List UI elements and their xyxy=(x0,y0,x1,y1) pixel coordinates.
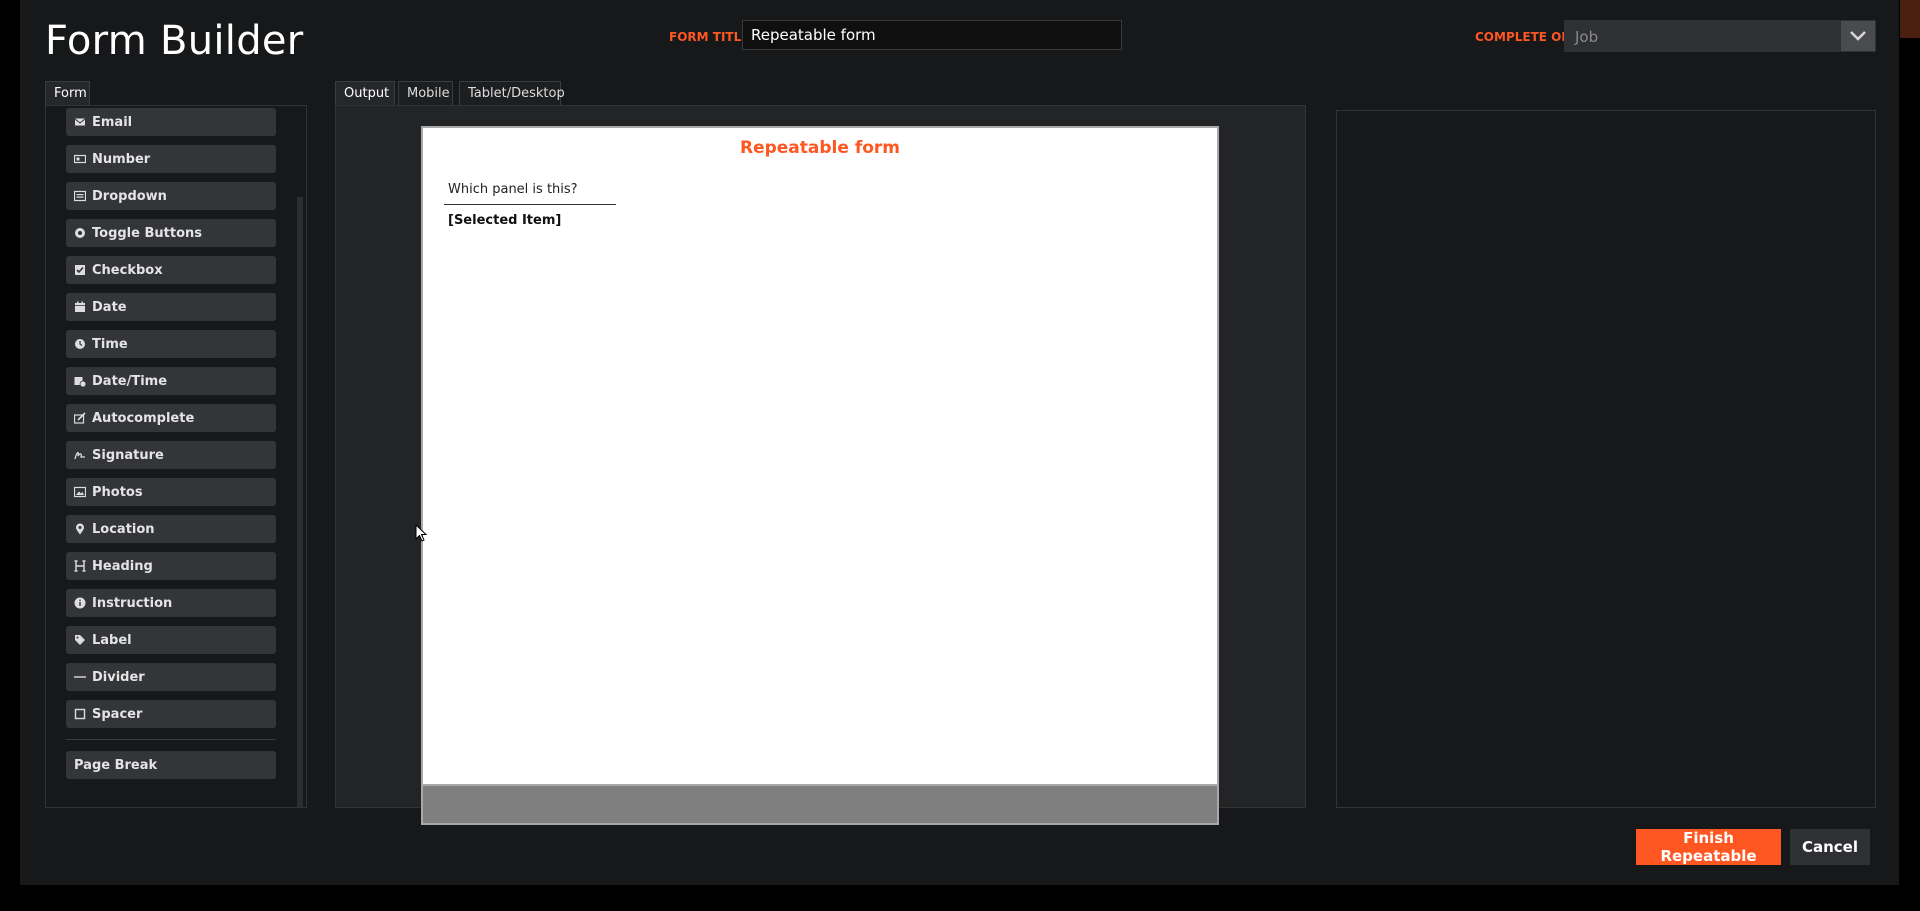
tool-label: Location xyxy=(92,521,155,537)
tool-location[interactable]: Location xyxy=(66,515,276,543)
toolbox-separator xyxy=(66,739,276,740)
preview-question-label[interactable]: Which panel is this? xyxy=(448,182,578,197)
calendar-clock-icon xyxy=(74,375,92,387)
preview-question-value[interactable]: [Selected Item] xyxy=(448,213,561,228)
tab-tablet-desktop[interactable]: Tablet/Desktop xyxy=(459,81,565,105)
autocomplete-icon xyxy=(74,412,92,424)
tool-number[interactable]: Number xyxy=(66,145,276,173)
calendar-icon xyxy=(74,301,92,313)
tool-label: Instruction xyxy=(92,595,173,611)
tag-icon xyxy=(74,634,92,646)
tool-page-break[interactable]: Page Break xyxy=(66,751,276,779)
tool-divider[interactable]: Divider xyxy=(66,663,276,691)
tab-output[interactable]: Output xyxy=(335,81,395,105)
tool-photos[interactable]: Photos xyxy=(66,478,276,506)
tool-label: Date xyxy=(92,299,127,315)
page-title: Form Builder xyxy=(45,18,304,64)
tool-label[interactable]: Label xyxy=(66,626,276,654)
tool-label: Time xyxy=(92,336,128,352)
checkbox-icon xyxy=(74,264,92,276)
window-corner-accent xyxy=(1900,0,1920,38)
tool-label: Toggle Buttons xyxy=(92,225,202,241)
mouse-cursor-icon xyxy=(415,523,428,547)
tool-time[interactable]: Time xyxy=(66,330,276,358)
tool-label: Heading xyxy=(92,558,153,574)
chevron-down-icon[interactable] xyxy=(1841,21,1875,51)
tool-checkbox[interactable]: Checkbox xyxy=(66,256,276,284)
tool-label: Checkbox xyxy=(92,262,163,278)
toggle-icon xyxy=(74,227,92,239)
preview-page-footer xyxy=(421,786,1219,825)
tool-toggle-buttons[interactable]: Toggle Buttons xyxy=(66,219,276,247)
tool-email[interactable]: Email xyxy=(66,108,276,136)
tool-label: Divider xyxy=(92,669,145,685)
preview-question-underline xyxy=(444,204,616,205)
tool-label: Email xyxy=(92,114,133,130)
complete-on-label: COMPLETE ON xyxy=(1475,30,1572,44)
number-icon xyxy=(74,153,92,165)
tool-dropdown[interactable]: Dropdown xyxy=(66,182,276,210)
image-icon xyxy=(74,486,92,498)
envelope-icon xyxy=(74,116,92,128)
tool-instruction[interactable]: Instruction xyxy=(66,589,276,617)
preview-form-title: Repeatable form xyxy=(739,138,900,158)
tool-date-time[interactable]: Date/Time xyxy=(66,367,276,395)
tool-signature[interactable]: Signature xyxy=(66,441,276,469)
tab-mobile[interactable]: Mobile xyxy=(398,81,453,105)
cancel-button[interactable]: Cancel xyxy=(1790,829,1870,865)
form-title-input[interactable] xyxy=(742,20,1122,50)
tab-form[interactable]: Form xyxy=(45,81,90,105)
info-icon xyxy=(74,597,92,609)
clock-icon xyxy=(74,338,92,350)
tool-date[interactable]: Date xyxy=(66,293,276,321)
properties-panel xyxy=(1336,110,1876,808)
tool-autocomplete[interactable]: Autocomplete xyxy=(66,404,276,432)
signature-icon xyxy=(74,449,92,461)
tool-heading[interactable]: Heading xyxy=(66,552,276,580)
spacer-icon xyxy=(74,708,92,720)
tool-label: Number xyxy=(92,151,151,167)
tool-label: Signature xyxy=(92,447,164,463)
toolbox-scrollbar[interactable] xyxy=(297,197,303,807)
form-preview-page: Repeatable form Which panel is this? [Se… xyxy=(421,126,1219,786)
form-builder-modal: Form Builder FORM TITLE COMPLETE ON Job … xyxy=(20,0,1899,885)
map-pin-icon xyxy=(74,523,92,535)
tool-label: Date/Time xyxy=(92,373,168,389)
dropdown-icon xyxy=(74,190,92,202)
tool-label: Label xyxy=(92,632,132,648)
complete-on-select[interactable]: Job xyxy=(1564,20,1876,52)
tool-label: Spacer xyxy=(92,706,143,722)
tool-label: Dropdown xyxy=(92,188,167,204)
complete-on-value: Job xyxy=(1575,28,1599,46)
divider-icon xyxy=(74,671,92,683)
finish-repeatable-button[interactable]: Finish Repeatable xyxy=(1636,829,1781,865)
tool-label: Autocomplete xyxy=(92,410,195,426)
tool-label: Page Break xyxy=(74,757,158,773)
form-title-label: FORM TITLE xyxy=(669,30,750,44)
heading-icon xyxy=(74,560,92,572)
tool-spacer[interactable]: Spacer xyxy=(66,700,276,728)
tool-label: Photos xyxy=(92,484,143,500)
